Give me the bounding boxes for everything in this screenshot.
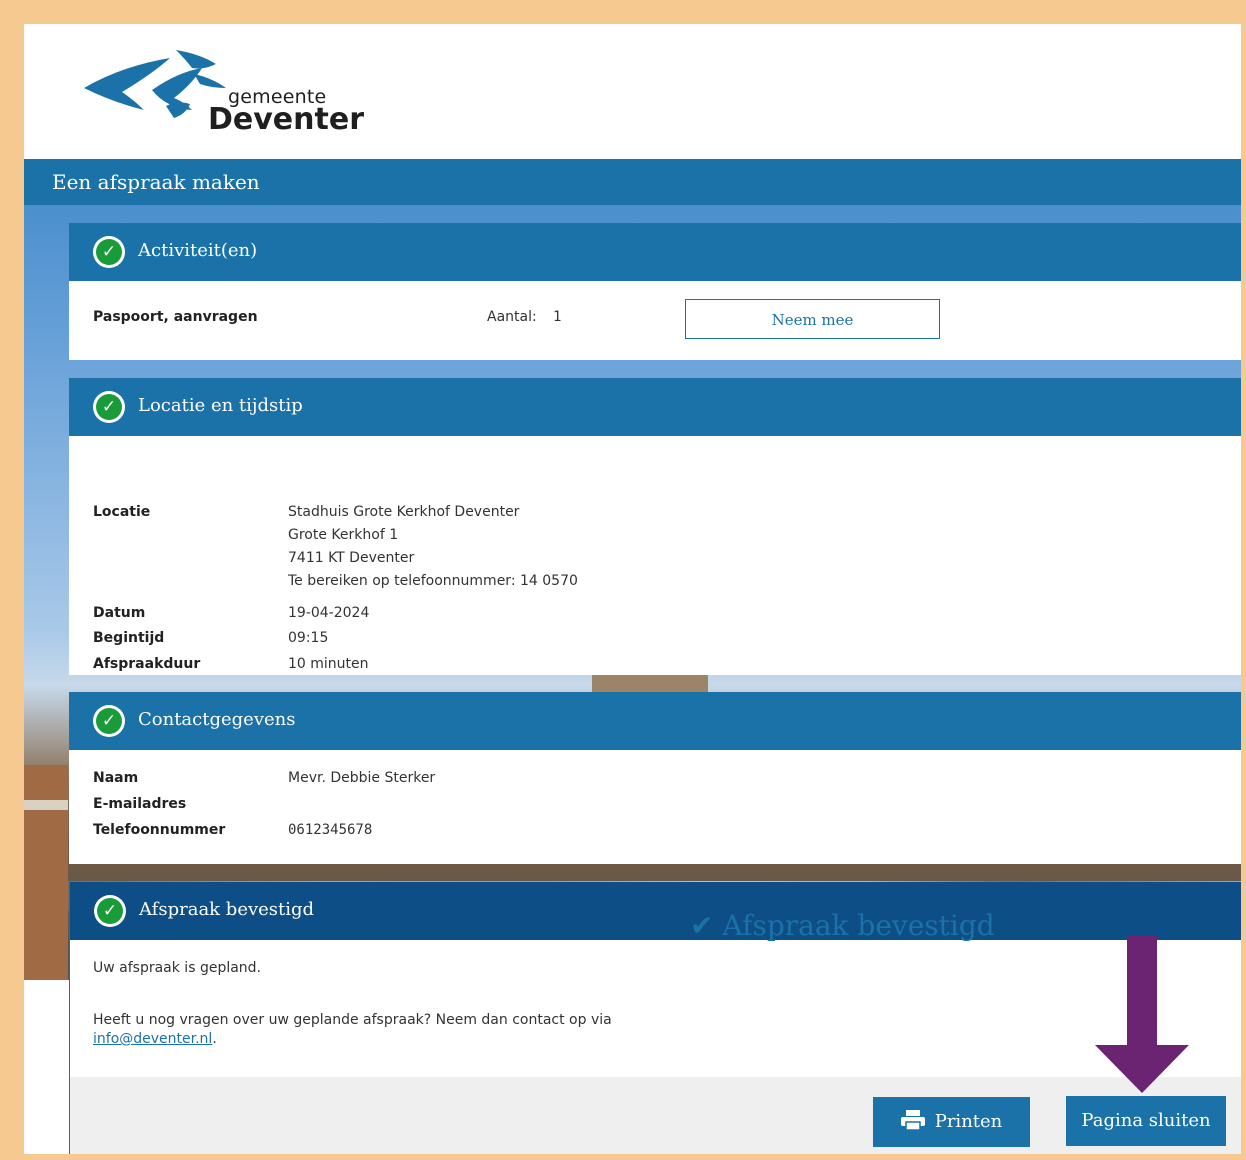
confirmation-big-text: Afspraak bevestigd [722,909,995,942]
confirmation-message: ✔ Afspraak bevestigd [690,909,995,942]
naam-label: Naam [93,770,139,786]
activities-card: ✓ Activiteit(en) Paspoort, aanvragen Aan… [69,223,1241,360]
check-circle-icon: ✓ [93,391,125,423]
address-line: 7411 KT Deventer [288,550,415,566]
location-title: Locatie en tijdstip [138,395,303,416]
page-title-bar: Een afspraak maken [24,159,1241,205]
tel-value: 0612345678 [288,822,373,838]
footer-bar: Printen Pagina sluiten [70,1077,1241,1154]
datum-value: 19-04-2024 [288,605,370,621]
location-header: ✓ Locatie en tijdstip [69,378,1241,436]
planned-text: Uw afspraak is gepland. [93,960,262,976]
confirmation-card: ✓ Afspraak bevestigd Uw afspraak is gepl… [69,882,1241,1154]
confirmation-header: ✓ Afspraak bevestigd [70,882,1241,940]
building-left [24,765,68,980]
naam-value: Mevr. Debbie Sterker [288,770,436,786]
page-title: Een afspraak maken [52,170,260,194]
logo-text-deventer: Deventer [208,102,364,137]
print-button[interactable]: Printen [873,1097,1030,1147]
email-line: info@deventer.nl. [93,1031,217,1047]
header: gemeente Deventer [24,24,1241,159]
activities-title: Activiteit(en) [138,240,258,261]
contact-header: ✓ Contactgegevens [69,692,1241,750]
print-label: Printen [934,1111,1003,1132]
address-line: Grote Kerkhof 1 [288,527,399,543]
printer-icon [900,1110,925,1131]
locatie-label: Locatie [93,504,151,520]
arrow-down-icon [1095,935,1189,1093]
location-card: ✓ Locatie en tijdstip Locatie Stadhuis G… [69,378,1241,675]
activities-header: ✓ Activiteit(en) [69,223,1241,281]
contact-title: Contactgegevens [138,709,296,730]
building-window-row [24,800,68,810]
check-circle-icon: ✓ [93,705,125,737]
email-suffix: . [212,1031,217,1047]
count-value: 1 [553,309,562,325]
datum-label: Datum [93,605,146,621]
check-circle-icon: ✓ [94,895,126,927]
confirmation-title: Afspraak bevestigd [139,899,315,920]
contact-card: ✓ Contactgegevens Naam Mevr. Debbie Ster… [69,692,1241,864]
email-label: E-mailadres [93,796,187,812]
page-frame: gemeente Deventer Een afspraak maken ✓ A… [24,24,1241,1154]
check-circle-icon: ✓ [93,236,125,268]
close-page-button[interactable]: Pagina sluiten [1066,1096,1226,1146]
begintijd-value: 09:15 [288,630,329,646]
email-link[interactable]: info@deventer.nl [93,1031,212,1047]
checkmark-icon: ✔ [690,909,714,942]
duur-value: 10 minuten [288,656,369,672]
tel-label: Telefoonnummer [93,822,226,838]
address-line: Stadhuis Grote Kerkhof Deventer [288,504,520,520]
activity-item: Paspoort, aanvragen [93,309,258,325]
neem-mee-button[interactable]: Neem mee [685,299,940,339]
begintijd-label: Begintijd [93,630,165,646]
question-text: Heeft u nog vragen over uw geplande afsp… [93,1012,612,1028]
duur-label: Afspraakduur [93,656,201,672]
count-label: Aantal: [487,309,537,325]
address-line: Te bereiken op telefoonnummer: 14 0570 [288,573,578,589]
